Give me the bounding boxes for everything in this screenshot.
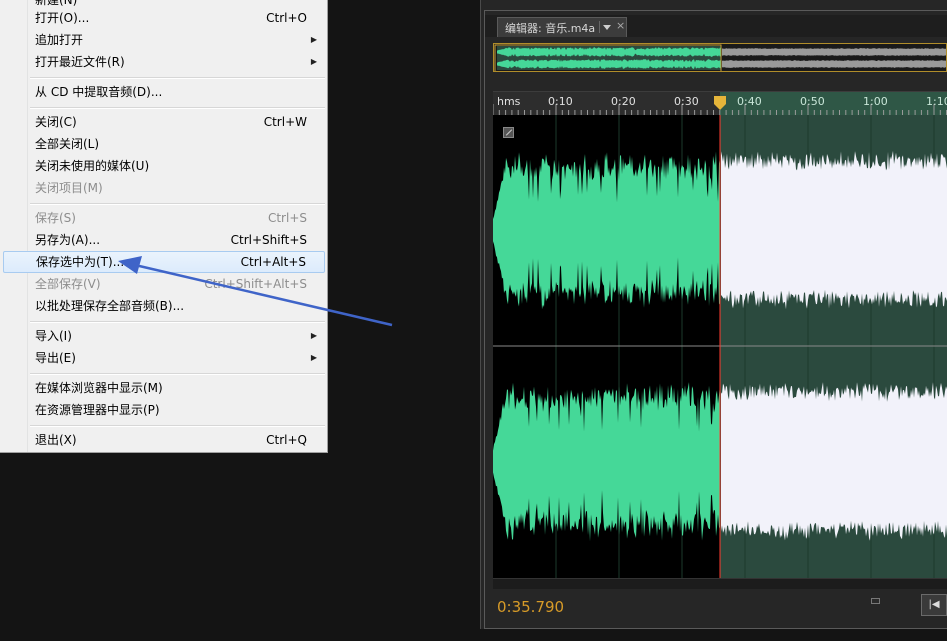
- menu-item-show-in-explorer[interactable]: 在资源管理器中显示(P): [3, 399, 325, 421]
- menu-item-import[interactable]: 导入(I) ▶: [3, 325, 325, 347]
- channel-toggle-icon[interactable]: [503, 127, 514, 138]
- menu-item-label: 保存选中为(T)...: [36, 255, 125, 269]
- ruler-tick-label: 1:10: [926, 95, 947, 108]
- editor-tab[interactable]: 编辑器: 音乐.m4a ×: [497, 17, 627, 37]
- menu-item-label: 全部关闭(L): [35, 137, 100, 151]
- menu-item-save: 保存(S) Ctrl+S: [3, 207, 325, 229]
- menu-separator: [30, 321, 325, 323]
- menu-item-label: 追加打开: [35, 33, 84, 47]
- left-channel-selected-waveform: [493, 151, 720, 310]
- menu-item-open[interactable]: 打开(O)... Ctrl+O: [3, 7, 325, 29]
- tab-dropdown-icon[interactable]: [599, 21, 612, 33]
- menu-item-label: 另存为(A)...: [35, 233, 101, 247]
- submenu-arrow-icon: ▶: [310, 57, 317, 66]
- menu-item-label: 导入(I): [35, 329, 72, 343]
- time-ruler[interactable]: hms 0:10 0:20 0:30 0:40 0:50 1:00 1:10: [493, 91, 947, 116]
- menu-item-extract-cd[interactable]: 从 CD 中提取音频(D)...: [3, 81, 325, 103]
- waveform-display[interactable]: [493, 115, 947, 578]
- right-channel-unselected-waveform: [721, 382, 947, 541]
- menu-item-label: 退出(X): [35, 433, 77, 447]
- menu-separator: [30, 373, 325, 375]
- menu-item-shortcut: Ctrl+W: [263, 115, 307, 129]
- submenu-arrow-icon: ▶: [310, 331, 317, 340]
- menu-item-label: 关闭未使用的媒体(U): [35, 159, 150, 173]
- editor-tab-title: 编辑器: 音乐.m4a: [505, 22, 596, 35]
- menu-item-shortcut: Ctrl+O: [266, 11, 307, 25]
- file-menu: 新建(N) 打开(O)... Ctrl+O 追加打开 ▶ 打开最近文件(R) ▶…: [0, 0, 328, 453]
- menu-item-label: 打开(O)...: [35, 11, 90, 25]
- menu-item-shortcut: Ctrl+Shift+S: [230, 233, 307, 247]
- menu-item-label: 在资源管理器中显示(P): [35, 403, 160, 417]
- overview-unselected-waveform: [722, 48, 946, 68]
- menu-item-label: 导出(E): [35, 351, 76, 365]
- menu-item-export[interactable]: 导出(E) ▶: [3, 347, 325, 369]
- ruler-unit: hms: [497, 95, 521, 108]
- menu-item-save-as[interactable]: 另存为(A)... Ctrl+Shift+S: [3, 229, 325, 251]
- menu-item-label: 保存(S): [35, 211, 76, 225]
- menu-item-label: 关闭项目(M): [35, 181, 103, 195]
- close-icon[interactable]: ×: [616, 19, 625, 32]
- ruler-tick-label: 1:00: [863, 95, 888, 108]
- menu-item-close-all[interactable]: 全部关闭(L): [3, 133, 325, 155]
- ruler-tick-label: 0:10: [548, 95, 573, 108]
- menu-item-exit[interactable]: 退出(X) Ctrl+Q: [3, 429, 325, 451]
- menu-item-shortcut: Ctrl+S: [267, 211, 307, 225]
- menu-item-label: 从 CD 中提取音频(D)...: [35, 85, 163, 99]
- menu-item-label: 打开最近文件(R): [35, 55, 125, 69]
- menu-separator: [30, 203, 325, 205]
- menu-item-shortcut: Ctrl+Q: [266, 433, 307, 447]
- menu-item-label: 在媒体浏览器中显示(M): [35, 381, 163, 395]
- menu-item-save-all: 全部保存(V) Ctrl+Shift+Alt+S: [3, 273, 325, 295]
- left-channel-unselected-waveform: [721, 150, 947, 310]
- menu-item-show-in-media-browser[interactable]: 在媒体浏览器中显示(M): [3, 377, 325, 399]
- ruler-tick-label: 0:30: [674, 95, 699, 108]
- horizontal-scrollbar[interactable]: [493, 578, 947, 589]
- menu-separator: [30, 425, 325, 427]
- menu-item-label: 关闭(C): [35, 115, 77, 129]
- menu-item-append-open[interactable]: 追加打开 ▶: [3, 29, 325, 51]
- menu-item-shortcut: Ctrl+Alt+S: [240, 255, 306, 269]
- menu-item-save-selection-as[interactable]: 保存选中为(T)... Ctrl+Alt+S: [3, 251, 325, 273]
- current-time-display: 0:35.790: [497, 598, 565, 616]
- go-to-start-button[interactable]: |◀: [921, 594, 947, 616]
- submenu-arrow-icon: ▶: [310, 353, 317, 362]
- menu-item-shortcut: Ctrl+Shift+Alt+S: [204, 277, 307, 291]
- zoom-handle[interactable]: [871, 598, 880, 604]
- submenu-arrow-icon: ▶: [310, 35, 317, 44]
- overview-waveform: [494, 44, 946, 71]
- menu-item-open-recent[interactable]: 打开最近文件(R) ▶: [3, 51, 325, 73]
- ruler-tick-label: 0:20: [611, 95, 636, 108]
- waveform-canvas: [493, 115, 947, 578]
- menu-separator: [30, 77, 325, 79]
- ruler-tick-label: 0:40: [737, 95, 762, 108]
- ruler-tick-label: 0:50: [800, 95, 825, 108]
- menu-item-batch-save[interactable]: 以批处理保存全部音频(B)...: [3, 295, 325, 317]
- menu-item-label: 全部保存(V): [35, 277, 101, 291]
- menu-item-close-unused[interactable]: 关闭未使用的媒体(U): [3, 155, 325, 177]
- menu-item-close-project: 关闭项目(M): [3, 177, 325, 199]
- menu-item-label: 以批处理保存全部音频(B)...: [35, 299, 185, 313]
- overview-navigator[interactable]: [493, 43, 947, 72]
- menu-separator: [30, 107, 325, 109]
- menu-item-close[interactable]: 关闭(C) Ctrl+W: [3, 111, 325, 133]
